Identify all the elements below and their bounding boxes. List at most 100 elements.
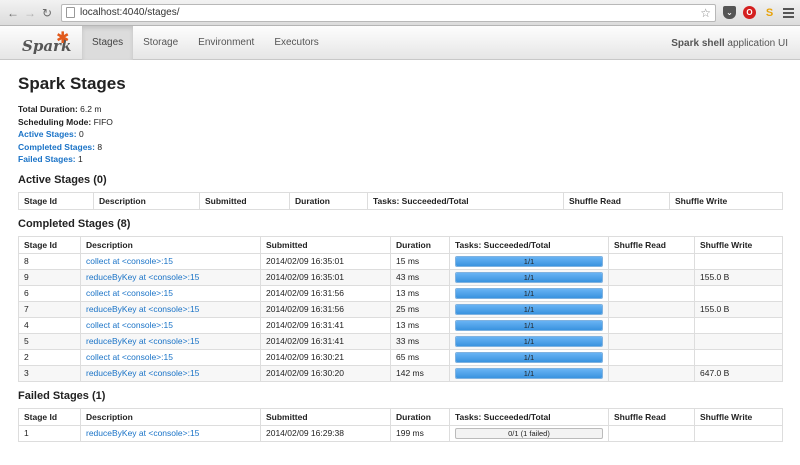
- duration-cell: 13 ms: [390, 316, 450, 334]
- active-stages-table: Stage Id Description Submitted Duration …: [18, 191, 783, 210]
- tab-environment[interactable]: Environment: [188, 26, 264, 60]
- address-bar[interactable]: localhost:4040/stages/ ☆: [61, 3, 716, 22]
- failed-stages-link[interactable]: Failed Stages:: [18, 154, 76, 164]
- task-progress-bar: 1/1: [455, 287, 603, 299]
- shuffle-write-cell: [694, 284, 783, 302]
- completed-stages-table: Stage Id Description Submitted Duration …: [18, 235, 783, 382]
- col-stage-id[interactable]: Stage Id: [18, 235, 81, 254]
- table-row: 7 reduceByKey at <console>:15 2014/02/09 1…: [18, 300, 783, 318]
- col-duration[interactable]: Duration: [390, 407, 450, 426]
- tasks-cell: 1/1: [449, 364, 609, 382]
- shuffle-write-cell: [694, 316, 783, 334]
- tab-storage[interactable]: Storage: [133, 26, 188, 60]
- submitted-cell: 2014/02/09 16:31:41: [260, 332, 391, 350]
- back-arrow-icon[interactable]: ←: [6, 5, 20, 21]
- col-duration[interactable]: Duration: [289, 191, 368, 210]
- col-stage-id[interactable]: Stage Id: [18, 191, 94, 210]
- table-row: 3 reduceByKey at <console>:15 2014/02/09 1…: [18, 364, 783, 382]
- col-tasks[interactable]: Tasks: Succeeded/Total: [449, 235, 609, 254]
- spark-logo[interactable]: Spark ✱: [20, 28, 82, 58]
- task-progress-bar: 1/1: [455, 303, 603, 315]
- submitted-cell: 2014/02/09 16:30:20: [260, 364, 391, 382]
- col-shuffle-write[interactable]: Shuffle Write: [694, 235, 783, 254]
- description-cell: collect at <console>:15: [80, 348, 261, 366]
- tasks-cell: 1/1: [449, 316, 609, 334]
- stage-id-cell: 4: [18, 316, 81, 334]
- completed-stages-link[interactable]: Completed Stages:: [18, 142, 95, 152]
- shuffle-read-cell: [608, 252, 695, 270]
- shuffle-read-cell: [608, 268, 695, 286]
- table-row: 2 collect at <console>:15 2014/02/09 16:30…: [18, 348, 783, 366]
- forward-arrow-icon[interactable]: →: [23, 5, 37, 21]
- task-progress-bar: 1/1: [455, 255, 603, 267]
- stage-description-link[interactable]: reduceByKey at <console>:15: [86, 304, 199, 314]
- submitted-cell: 2014/02/09 16:31:56: [260, 284, 391, 302]
- col-shuffle-write[interactable]: Shuffle Write: [694, 407, 783, 426]
- stage-description-link[interactable]: collect at <console>:15: [86, 320, 173, 330]
- failed-stages-heading: Failed Stages (1): [18, 389, 106, 402]
- stage-id-cell: 2: [18, 348, 81, 366]
- main-content: Spark Stages Total Duration: 6.2 m Sched…: [0, 74, 800, 442]
- table-header-row: Stage Id Description Submitted Duration …: [18, 191, 783, 210]
- tasks-cell: 1/1: [449, 252, 609, 270]
- description-cell: reduceByKey at <console>:15: [80, 364, 261, 382]
- col-submitted[interactable]: Submitted: [260, 235, 391, 254]
- stage-description-link[interactable]: reduceByKey at <console>:15: [86, 336, 199, 346]
- stage-description-link[interactable]: reduceByKey at <console>:15: [86, 272, 199, 282]
- bookmark-star-icon[interactable]: ☆: [700, 6, 711, 20]
- stage-description-link[interactable]: collect at <console>:15: [86, 352, 173, 362]
- col-duration[interactable]: Duration: [390, 235, 450, 254]
- task-progress-bar: 1/1: [455, 367, 603, 379]
- col-description[interactable]: Description: [80, 407, 261, 426]
- table-row: 5 reduceByKey at <console>:15 2014/02/09 1…: [18, 332, 783, 350]
- summary-total-duration: Total Duration: 6.2 m: [18, 103, 782, 116]
- stage-description-link[interactable]: reduceByKey at <console>:15: [86, 368, 199, 378]
- stage-description-link[interactable]: collect at <console>:15: [86, 256, 173, 266]
- col-submitted[interactable]: Submitted: [260, 407, 391, 426]
- task-progress-text: 1/1: [523, 256, 535, 266]
- description-cell: reduceByKey at <console>:15: [80, 424, 261, 442]
- col-submitted[interactable]: Submitted: [199, 191, 290, 210]
- active-stages-link[interactable]: Active Stages:: [18, 129, 77, 139]
- col-description[interactable]: Description: [80, 235, 261, 254]
- col-shuffle-read[interactable]: Shuffle Read: [608, 407, 695, 426]
- description-cell: reduceByKey at <console>:15: [80, 332, 261, 350]
- stage-id-cell: 3: [18, 364, 81, 382]
- shuffle-write-cell: [694, 332, 783, 350]
- reload-icon[interactable]: ↻: [40, 5, 54, 21]
- col-shuffle-write[interactable]: Shuffle Write: [669, 191, 783, 210]
- col-shuffle-read[interactable]: Shuffle Read: [563, 191, 670, 210]
- url-text: localhost:4040/stages/: [80, 7, 180, 18]
- stage-id-cell: 7: [18, 300, 81, 318]
- pocket-extension-icon[interactable]: ⌄: [723, 6, 736, 19]
- tab-stages[interactable]: Stages: [82, 25, 134, 60]
- total-duration-label: Total Duration:: [18, 104, 78, 114]
- duration-cell: 13 ms: [390, 284, 450, 302]
- completed-stages-heading: Completed Stages (8): [18, 217, 131, 230]
- tasks-cell: 1/1: [449, 284, 609, 302]
- stage-id-cell: 6: [18, 284, 81, 302]
- col-tasks[interactable]: Tasks: Succeeded/Total: [367, 191, 564, 210]
- col-description[interactable]: Description: [93, 191, 200, 210]
- col-stage-id[interactable]: Stage Id: [18, 407, 81, 426]
- shuffle-read-cell: [608, 348, 695, 366]
- stage-description-link[interactable]: collect at <console>:15: [86, 288, 173, 298]
- col-tasks[interactable]: Tasks: Succeeded/Total: [449, 407, 609, 426]
- shuffle-read-cell: [608, 332, 695, 350]
- task-progress-bar: 0/1 (1 failed): [455, 427, 603, 439]
- tab-executors[interactable]: Executors: [264, 26, 328, 60]
- app-suffix: application UI: [724, 38, 788, 49]
- table-row: 9 reduceByKey at <console>:15 2014/02/09 1…: [18, 268, 783, 286]
- browser-menu-icon[interactable]: [783, 7, 794, 18]
- shuffle-read-cell: [608, 316, 695, 334]
- col-shuffle-read[interactable]: Shuffle Read: [608, 235, 695, 254]
- stage-description-link[interactable]: reduceByKey at <console>:15: [86, 428, 199, 438]
- spark-star-icon: ✱: [56, 29, 70, 47]
- tasks-cell: 1/1: [449, 268, 609, 286]
- opera-extension-icon[interactable]: O: [743, 6, 756, 19]
- task-progress-text: 1/1: [523, 304, 535, 314]
- stage-id-cell: 1: [18, 424, 81, 442]
- submitted-cell: 2014/02/09 16:35:01: [260, 252, 391, 270]
- table-row: 4 collect at <console>:15 2014/02/09 16:31…: [18, 316, 783, 334]
- s-extension-icon[interactable]: S: [763, 6, 776, 19]
